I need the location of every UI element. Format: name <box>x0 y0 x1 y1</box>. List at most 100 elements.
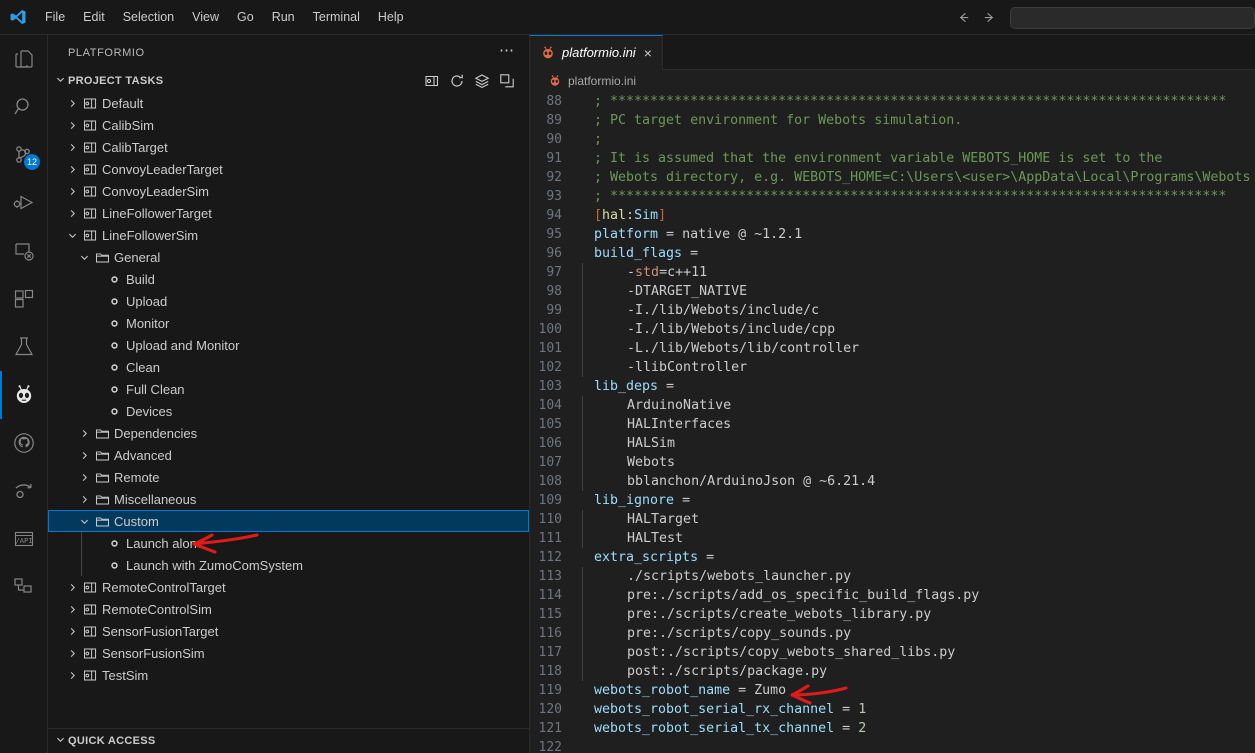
code-line[interactable]: 115 pre:./scripts/create_webots_library.… <box>530 604 1255 624</box>
platformio-alien-icon[interactable] <box>0 371 48 419</box>
search-icon[interactable] <box>0 83 48 131</box>
extensions-icon[interactable] <box>0 275 48 323</box>
tree-item-launch-alone[interactable]: Launch alone <box>48 532 529 554</box>
tree-item-dependencies[interactable]: Dependencies <box>48 422 529 444</box>
tree-item-remotecontrolsim[interactable]: RemoteControlSim <box>48 598 529 620</box>
tree-item-launch-with-zumocomsystem[interactable]: Launch with ZumoComSystem <box>48 554 529 576</box>
section-quick-access[interactable]: QUICK ACCESS <box>48 729 529 753</box>
chevron-right-icon[interactable] <box>76 472 92 483</box>
code-line[interactable]: 88 ; ************************************… <box>530 92 1255 111</box>
tree-item-upload[interactable]: Upload <box>48 290 529 312</box>
arrow-left-icon[interactable] <box>950 5 976 31</box>
tree-item-linefollowersim[interactable]: LineFollowerSim <box>48 224 529 246</box>
chevron-right-icon[interactable] <box>64 670 80 681</box>
code-line[interactable]: 89 ; PC target environment for Webots sim… <box>530 111 1255 130</box>
code-line[interactable]: 117 post:./scripts/copy_webots_shared_li… <box>530 642 1255 662</box>
tree-item-full-clean[interactable]: Full Clean <box>48 378 529 400</box>
chevron-right-icon[interactable] <box>64 626 80 637</box>
code-line[interactable]: 100 -I./lib/Webots/include/cpp <box>530 319 1255 339</box>
chevron-right-icon[interactable] <box>64 648 80 659</box>
tree-item-remotecontroltarget[interactable]: RemoteControlTarget <box>48 576 529 598</box>
code-line[interactable]: 111 HALTest <box>530 528 1255 548</box>
code-line[interactable]: 116 pre:./scripts/copy_sounds.py <box>530 623 1255 643</box>
section-project-tasks[interactable]: PROJECT TASKS <box>48 70 529 92</box>
chevron-right-icon[interactable] <box>76 450 92 461</box>
tree-item-build[interactable]: Build <box>48 268 529 290</box>
code-line[interactable]: 120 webots_robot_serial_rx_channel = 1 <box>530 700 1255 719</box>
tree-item-calibtarget[interactable]: CalibTarget <box>48 136 529 158</box>
code-line[interactable]: 107 Webots <box>530 452 1255 472</box>
code-line[interactable]: 101 -L./lib/Webots/lib/controller <box>530 338 1255 358</box>
chevron-right-icon[interactable] <box>64 604 80 615</box>
tree-item-upload-and-monitor[interactable]: Upload and Monitor <box>48 334 529 356</box>
tree-item-remote[interactable]: Remote <box>48 466 529 488</box>
tab-platformio-ini[interactable]: platformio.ini × <box>530 35 663 70</box>
live-share-icon[interactable] <box>0 467 48 515</box>
chevron-right-icon[interactable] <box>64 186 80 197</box>
tree-item-monitor[interactable]: Monitor <box>48 312 529 334</box>
tree-item-devices[interactable]: Devices <box>48 400 529 422</box>
collapse-all-icon[interactable] <box>499 73 515 89</box>
code-line[interactable]: 99 -I./lib/Webots/include/c <box>530 300 1255 320</box>
code-editor[interactable]: 88 ; ************************************… <box>530 91 1255 753</box>
code-line[interactable]: 112 extra_scripts = <box>530 548 1255 567</box>
chevron-right-icon[interactable] <box>64 582 80 593</box>
tree-item-sensorfusionsim[interactable]: SensorFusionSim <box>48 642 529 664</box>
sidebar-more-actions-icon[interactable]: ⋯ <box>493 41 521 65</box>
chevron-down-icon[interactable] <box>76 516 92 527</box>
layers-icon[interactable] <box>474 73 490 89</box>
code-line[interactable]: 108 bblanchon/ArduinoJson @ ~6.21.4 <box>530 471 1255 491</box>
github-icon[interactable] <box>0 419 48 467</box>
beaker-icon[interactable] <box>0 323 48 371</box>
chevron-right-icon[interactable] <box>64 208 80 219</box>
run-debug-icon[interactable] <box>0 179 48 227</box>
code-line[interactable]: 92 ; Webots directory, e.g. WEBOTS_HOME=C… <box>530 168 1255 187</box>
code-line[interactable]: 106 HALSim <box>530 433 1255 453</box>
code-line[interactable]: 109 lib_ignore = <box>530 491 1255 510</box>
breadcrumb[interactable]: platformio.ini <box>530 69 1255 92</box>
tree-item-miscellaneous[interactable]: Miscellaneous <box>48 488 529 510</box>
files-icon[interactable] <box>0 35 48 83</box>
arrow-right-icon[interactable] <box>976 5 1002 31</box>
code-line[interactable]: 91 ; It is assumed that the environment v… <box>530 149 1255 168</box>
code-line[interactable]: 114 pre:./scripts/add_os_specific_build_… <box>530 585 1255 605</box>
chevron-right-icon[interactable] <box>76 428 92 439</box>
code-line[interactable]: 119 webots_robot_name = Zumo <box>530 681 1255 700</box>
chevron-right-icon[interactable] <box>64 98 80 109</box>
remote-explorer-icon[interactable] <box>0 227 48 275</box>
menu-file[interactable]: File <box>37 5 73 29</box>
tree-item-sensorfusiontarget[interactable]: SensorFusionTarget <box>48 620 529 642</box>
api-icon[interactable]: /API <box>0 515 48 563</box>
tree-item-testsim[interactable]: TestSim <box>48 664 529 686</box>
code-line[interactable]: 96 build_flags = <box>530 244 1255 263</box>
menu-help[interactable]: Help <box>370 5 412 29</box>
chevron-right-icon[interactable] <box>64 142 80 153</box>
environment-icon[interactable] <box>424 73 440 89</box>
chevron-right-icon[interactable] <box>76 494 92 505</box>
code-line[interactable]: 110 HALTarget <box>530 509 1255 529</box>
code-line[interactable]: 95 platform = native @ ~1.2.1 <box>530 225 1255 244</box>
tree-item-general[interactable]: General <box>48 246 529 268</box>
close-icon[interactable]: × <box>642 46 654 60</box>
code-line[interactable]: 90; <box>530 130 1255 149</box>
code-line[interactable]: 121 webots_robot_serial_tx_channel = 2 <box>530 719 1255 738</box>
code-line[interactable]: 105 HALInterfaces <box>530 414 1255 434</box>
menu-selection[interactable]: Selection <box>115 5 182 29</box>
code-line[interactable]: 102 -llibController <box>530 357 1255 377</box>
code-line[interactable]: 93 ; ************************************… <box>530 187 1255 206</box>
chevron-down-icon[interactable] <box>76 252 92 263</box>
code-line[interactable]: 118 post:./scripts/package.py <box>530 661 1255 681</box>
tree-item-custom[interactable]: Custom <box>48 510 529 532</box>
code-line[interactable]: 97 -std=c++11 <box>530 262 1255 282</box>
code-line[interactable]: 98 -DTARGET_NATIVE <box>530 281 1255 301</box>
chevron-right-icon[interactable] <box>64 120 80 131</box>
tree-item-calibsim[interactable]: CalibSim <box>48 114 529 136</box>
code-line[interactable]: 103 lib_deps = <box>530 377 1255 396</box>
code-line[interactable]: 113 ./scripts/webots_launcher.py <box>530 566 1255 586</box>
tree-item-linefollowertarget[interactable]: LineFollowerTarget <box>48 202 529 224</box>
code-line[interactable]: 104 ArduinoNative <box>530 395 1255 415</box>
chevron-down-icon[interactable] <box>64 230 80 241</box>
tree-item-advanced[interactable]: Advanced <box>48 444 529 466</box>
chevron-right-icon[interactable] <box>64 164 80 175</box>
code-line[interactable]: 94 [hal:Sim] <box>530 206 1255 225</box>
